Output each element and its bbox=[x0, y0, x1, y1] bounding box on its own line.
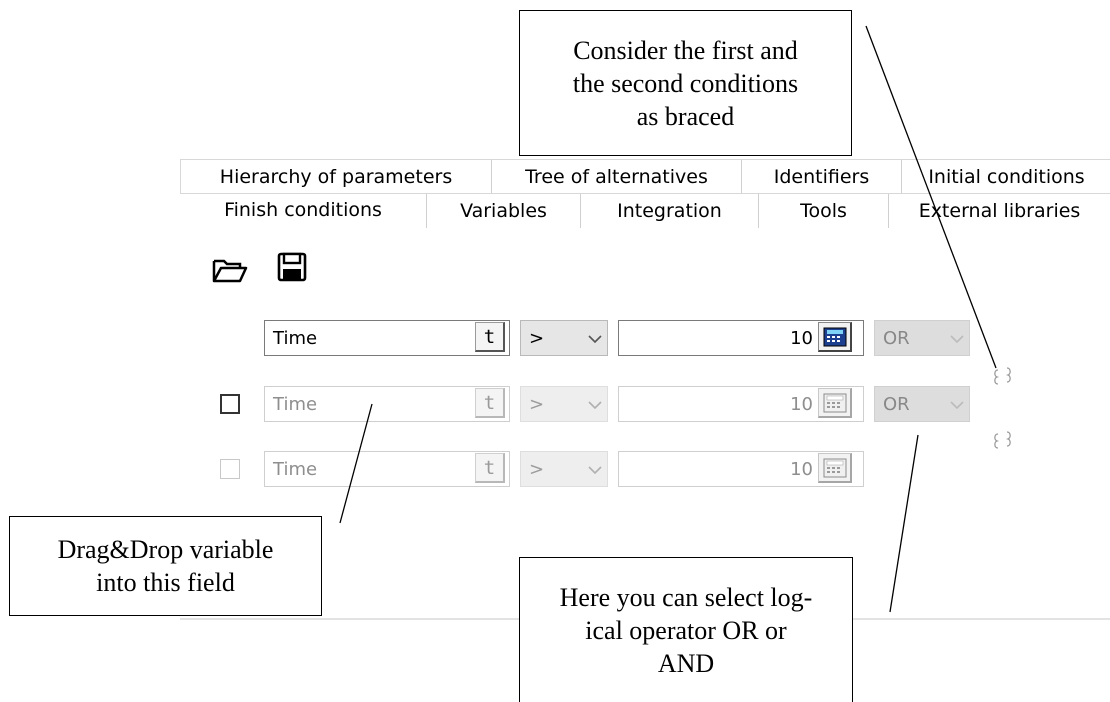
brace-link-icon[interactable] bbox=[990, 366, 1016, 392]
comparison-operator-select[interactable]: > bbox=[520, 451, 608, 487]
brace-checkbox[interactable] bbox=[220, 459, 240, 479]
calculator-button[interactable] bbox=[818, 388, 852, 418]
logic-value: OR bbox=[883, 327, 910, 349]
calculator-icon bbox=[823, 393, 846, 412]
callout-line: Consider the first and bbox=[573, 35, 798, 65]
chevron-down-icon bbox=[583, 328, 607, 349]
variable-field[interactable]: Time bbox=[264, 451, 510, 487]
callout-braced: Consider the first and the second condit… bbox=[519, 10, 852, 156]
tab-row-lower: Finish conditions Variables Integration … bbox=[180, 193, 1110, 229]
operator-value: > bbox=[529, 393, 545, 415]
tab-hierarchy-of-parameters[interactable]: Hierarchy of parameters bbox=[181, 160, 492, 194]
folder-open-icon[interactable] bbox=[212, 256, 248, 288]
calculator-icon bbox=[823, 458, 846, 477]
callout-line: the second conditions bbox=[572, 68, 799, 98]
logic-operator-select[interactable]: OR bbox=[874, 320, 970, 356]
chevron-down-icon bbox=[583, 459, 607, 480]
calculator-icon bbox=[823, 327, 846, 346]
operator-value: > bbox=[529, 458, 545, 480]
variable-field[interactable]: Time bbox=[264, 386, 510, 422]
calculator-button[interactable] bbox=[818, 322, 852, 352]
chevron-down-icon bbox=[945, 328, 969, 349]
callout-line: Here you can select log- bbox=[559, 582, 813, 612]
variable-name: Time bbox=[273, 458, 318, 480]
floppy-disk-icon[interactable] bbox=[277, 252, 307, 286]
time-variable-button[interactable]: t bbox=[475, 453, 505, 483]
chevron-down-icon bbox=[945, 394, 969, 415]
callout-drag-drop: Drag&Drop variable into this field bbox=[9, 516, 322, 616]
tab-variables[interactable]: Variables bbox=[427, 194, 581, 228]
tab-tools[interactable]: Tools bbox=[759, 194, 889, 228]
brace-link-icon[interactable] bbox=[990, 430, 1016, 456]
callout-line: Drag&Drop variable bbox=[57, 535, 274, 564]
variable-field[interactable]: Time bbox=[264, 320, 510, 356]
callout-line: AND bbox=[657, 648, 715, 678]
tab-identifiers[interactable]: Identifiers bbox=[742, 160, 902, 194]
callout-line: into this field bbox=[96, 568, 235, 597]
logic-value: OR bbox=[883, 393, 910, 415]
tab-tree-of-alternatives[interactable]: Tree of alternatives bbox=[492, 160, 742, 194]
tab-integration[interactable]: Integration bbox=[581, 194, 759, 228]
time-variable-button[interactable]: t bbox=[475, 388, 505, 418]
time-variable-button[interactable]: t bbox=[475, 322, 505, 352]
tab-finish-conditions[interactable]: Finish conditions bbox=[180, 194, 427, 229]
brace-checkbox[interactable] bbox=[220, 394, 240, 414]
tab-initial-conditions[interactable]: Initial conditions bbox=[902, 160, 1110, 194]
variable-name: Time bbox=[273, 393, 318, 415]
chevron-down-icon bbox=[583, 394, 607, 415]
tab-external-libraries[interactable]: External libraries bbox=[889, 194, 1110, 228]
callout-line: as braced bbox=[636, 101, 735, 131]
comparison-operator-select[interactable]: > bbox=[520, 386, 608, 422]
comparison-operator-select[interactable]: > bbox=[520, 320, 608, 356]
callout-line: ical operator OR or bbox=[585, 615, 787, 645]
operator-value: > bbox=[529, 327, 545, 349]
variable-name: Time bbox=[273, 327, 318, 349]
calculator-button[interactable] bbox=[818, 453, 852, 483]
callout-logic-operator: Here you can select log- ical operator O… bbox=[519, 557, 853, 702]
logic-operator-select[interactable]: OR bbox=[874, 386, 970, 422]
tab-row-upper: Hierarchy of parameters Tree of alternat… bbox=[180, 159, 1110, 194]
